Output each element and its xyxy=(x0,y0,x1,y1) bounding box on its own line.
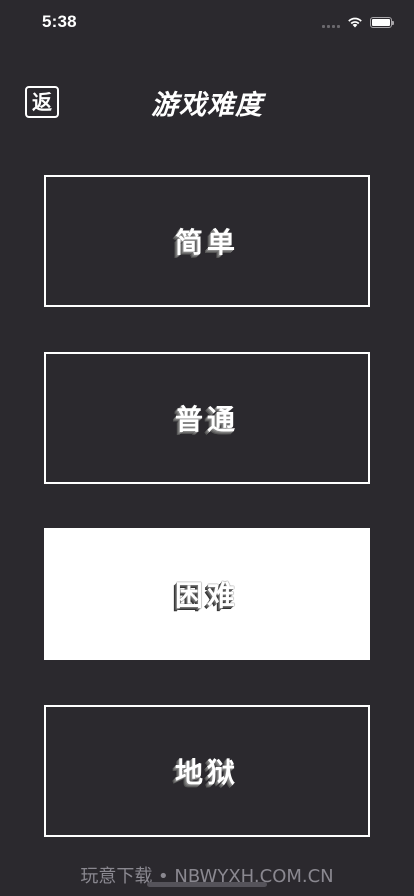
page-title: 游戏难度 xyxy=(151,90,263,121)
level-easy-label: 简单 xyxy=(174,226,239,259)
level-normal-button[interactable]: 普通 xyxy=(44,352,370,484)
level-hell-label: 地狱 xyxy=(174,756,239,789)
home-indicator[interactable] xyxy=(147,882,267,887)
level-hard-label: 困难 xyxy=(174,579,239,612)
wifi-icon xyxy=(348,17,362,28)
battery-icon xyxy=(370,16,394,28)
status-indicators xyxy=(322,14,394,30)
level-easy-button[interactable]: 简单 xyxy=(44,175,370,307)
cellular-signal-icon xyxy=(322,16,340,28)
status-time: 5:38 xyxy=(42,12,77,31)
level-hell-button[interactable]: 地狱 xyxy=(44,705,370,837)
status-bar: 5:38 xyxy=(0,0,414,44)
level-normal-label: 普通 xyxy=(174,403,239,436)
level-hard-button[interactable]: 困难 xyxy=(44,528,370,660)
